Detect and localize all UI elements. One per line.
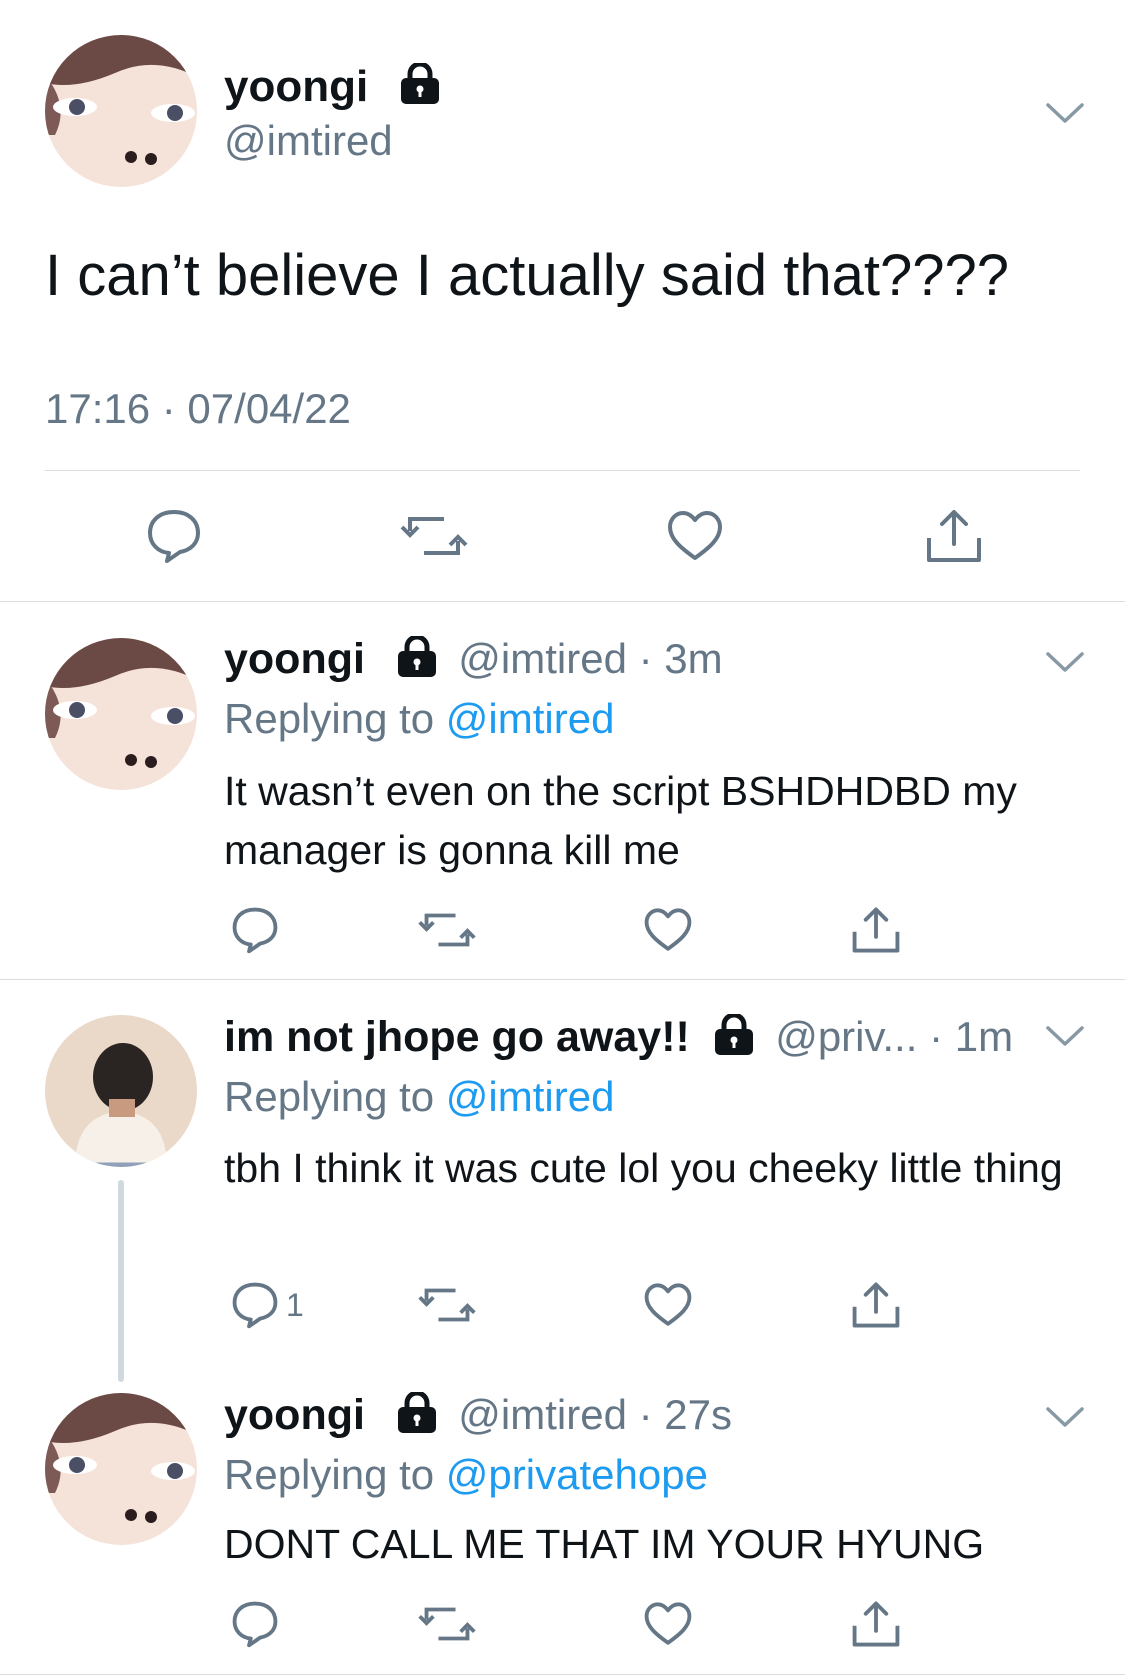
- reply-text: It wasn’t even on the script BSHDHDBD my…: [224, 768, 1017, 873]
- divider: [45, 470, 1080, 471]
- tweet-timestamp[interactable]: 17:16 · 07/04/22: [45, 385, 351, 433]
- lock-icon: [395, 634, 439, 688]
- share-icon: [852, 907, 900, 953]
- tweet-text: I can’t believe I actually said that????: [45, 243, 1010, 308]
- retweet-button[interactable]: [418, 900, 476, 960]
- author-name[interactable]: im not jhope go away!!: [224, 1013, 690, 1061]
- like-button[interactable]: [667, 506, 723, 566]
- share-button[interactable]: [851, 1275, 901, 1335]
- reply-count: 1: [286, 1286, 304, 1323]
- replying-to: Replying to @imtired: [224, 695, 615, 742]
- share-button[interactable]: [851, 1594, 901, 1654]
- reply-time: · 1m: [929, 1013, 1014, 1060]
- reply-bubble-icon: [232, 907, 278, 954]
- reply-action-bar: [0, 1594, 1125, 1654]
- retweet-icon: [418, 1607, 476, 1641]
- reply-button[interactable]: [147, 506, 201, 566]
- share-button[interactable]: [851, 900, 901, 960]
- replying-to: Replying to @privatehope: [224, 1451, 708, 1498]
- reply-time: · 27s: [638, 1391, 732, 1438]
- reply-action-bar: [0, 900, 1125, 960]
- chevron-down-icon[interactable]: [1045, 650, 1085, 674]
- reply-text: DONT CALL ME THAT IM YOUR HYUNG: [224, 1521, 985, 1567]
- reply-header: yoongi @imtired · 3m: [224, 634, 723, 688]
- retweet-icon: [400, 517, 468, 555]
- avatar-privatehope[interactable]: [45, 1015, 197, 1167]
- chevron-down-icon[interactable]: [1045, 1405, 1085, 1429]
- reply-text: tbh I think it was cute lol you cheeky l…: [224, 1145, 1063, 1191]
- replying-to-link[interactable]: @imtired: [446, 695, 615, 742]
- replying-to-link[interactable]: @privatehope: [446, 1451, 708, 1498]
- retweet-button[interactable]: [400, 506, 468, 566]
- retweet-button[interactable]: [418, 1594, 476, 1654]
- heart-icon: [644, 1283, 692, 1326]
- author-handle[interactable]: @imtired: [458, 635, 627, 682]
- divider: [0, 979, 1125, 980]
- heart-icon: [644, 1602, 692, 1645]
- author-handle[interactable]: @priv...: [775, 1013, 917, 1060]
- heart-icon: [644, 908, 692, 951]
- reply-time: · 3m: [638, 635, 723, 682]
- replying-to-link[interactable]: @imtired: [446, 1073, 615, 1120]
- lock-icon: [398, 61, 442, 116]
- like-button[interactable]: [644, 1275, 692, 1335]
- avatar-yoongi[interactable]: [45, 35, 197, 187]
- like-button[interactable]: [644, 1594, 692, 1654]
- reply-bubble-icon: [232, 1601, 278, 1648]
- share-icon: [852, 1601, 900, 1647]
- like-button[interactable]: [644, 900, 692, 960]
- author-name[interactable]: yoongi: [224, 61, 442, 116]
- main-action-bar: [0, 506, 1125, 566]
- retweet-icon: [418, 913, 476, 947]
- avatar-yoongi[interactable]: [45, 638, 197, 790]
- reply-header: im not jhope go away!! @priv... · 1m: [224, 1012, 1014, 1066]
- reply-button[interactable]: [232, 1594, 286, 1654]
- reply-button[interactable]: 1: [232, 1275, 304, 1335]
- chevron-down-icon[interactable]: [1045, 101, 1085, 125]
- reply-button[interactable]: [232, 900, 286, 960]
- heart-icon: [668, 511, 722, 560]
- share-icon: [852, 1282, 900, 1328]
- author-name[interactable]: yoongi: [224, 1391, 365, 1439]
- share-icon: [927, 510, 981, 562]
- lock-icon: [712, 1012, 756, 1066]
- reply-header: yoongi @imtired · 27s: [224, 1390, 732, 1444]
- lock-icon: [395, 1390, 439, 1444]
- reply-action-bar: 1: [0, 1275, 1125, 1335]
- author-handle[interactable]: @imtired: [224, 117, 393, 165]
- avatar-yoongi[interactable]: [45, 1393, 197, 1545]
- reply-bubble-icon: [232, 1282, 278, 1329]
- reply-bubble-icon: [148, 510, 200, 563]
- replying-to: Replying to @imtired: [224, 1073, 615, 1120]
- retweet-button[interactable]: [418, 1275, 476, 1335]
- author-handle[interactable]: @imtired: [458, 1391, 627, 1438]
- share-button[interactable]: [925, 506, 983, 566]
- retweet-icon: [418, 1288, 476, 1322]
- author-name[interactable]: yoongi: [224, 635, 365, 683]
- chevron-down-icon[interactable]: [1045, 1024, 1085, 1048]
- divider: [0, 601, 1125, 602]
